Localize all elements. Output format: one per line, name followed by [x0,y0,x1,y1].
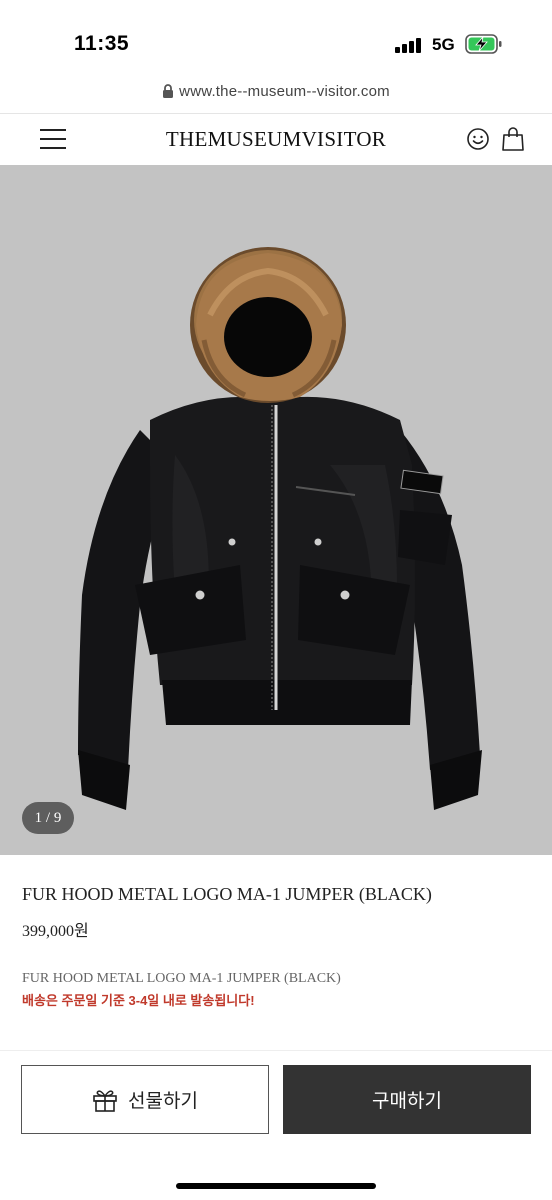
network-type: 5G [432,35,455,54]
address-bar[interactable]: www.the--museum--visitor.com [0,80,552,113]
shopping-bag-icon[interactable] [501,126,525,152]
shipping-notice: 배송은 주문일 기준 3-4일 내로 발송됩니다! [22,993,255,1008]
lock-icon [163,84,174,98]
gift-icon [93,1089,117,1112]
product-image[interactable]: 1 / 9 [0,165,552,855]
bottom-action-bar: 선물하기 구매하기 [0,1050,552,1200]
battery-charging-icon [465,34,502,54]
image-counter: 1 / 9 [22,802,74,834]
status-bar: 11:35 5G [0,0,552,80]
site-header: THEMUSEUMVISITOR [0,113,552,165]
status-time: 11:35 [74,32,130,55]
product-name: FUR HOOD METAL LOGO MA-1 JUMPER (BLACK) [22,884,432,904]
gift-button-label: 선물하기 [128,1091,198,1112]
jacket-photo [78,247,482,810]
product-price: 399,000원 [22,923,89,940]
smile-icon[interactable] [466,127,490,151]
product-summary: FUR HOOD METAL LOGO MA-1 JUMPER (BLACK) [22,971,341,986]
url-text: www.the--museum--visitor.com [179,83,390,100]
signal-icon [395,37,421,53]
buy-button-label: 구매하기 [372,1091,442,1112]
gift-button[interactable]: 선물하기 [21,1065,269,1134]
buy-button[interactable]: 구매하기 [283,1065,531,1134]
home-indicator[interactable] [176,1183,376,1189]
